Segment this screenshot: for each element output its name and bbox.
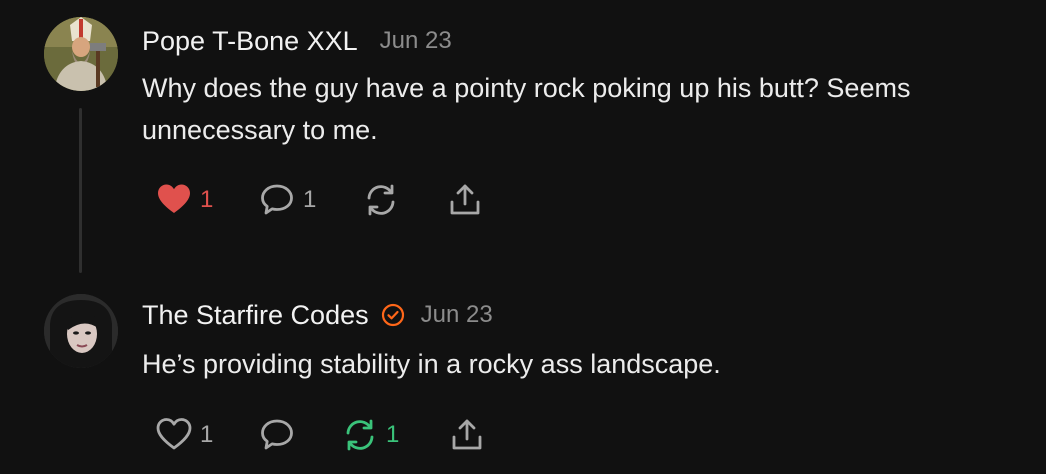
author-name[interactable]: The Starfire Codes [142, 298, 369, 332]
author-name[interactable]: Pope T-Bone XXL [142, 24, 358, 58]
comment-header: Pope T-Bone XXL Jun 23 [142, 24, 452, 58]
verified-check-badge-icon [381, 303, 404, 327]
avatar[interactable] [44, 17, 118, 91]
avatar-starfire-image [44, 294, 118, 368]
avatar[interactable] [44, 294, 118, 368]
share-upload-icon [452, 419, 482, 450]
comment-date[interactable]: Jun 23 [380, 24, 452, 58]
share-button[interactable] [447, 182, 483, 218]
heart-icon [156, 418, 192, 450]
comment-thread: Pope T-Bone XXL Jun 23 Why does the guy … [0, 0, 1046, 474]
share-button[interactable] [449, 417, 485, 453]
comment-header: The Starfire Codes Jun 23 [142, 298, 493, 332]
reply-button[interactable] [259, 417, 342, 453]
reply-count: 1 [303, 186, 317, 213]
comment-body: Why does the guy have a pointy rock poki… [142, 73, 911, 145]
like-count: 1 [200, 421, 214, 448]
avatar-pope-image [44, 17, 118, 91]
reply-button[interactable]: 1 [259, 182, 363, 218]
comment-item: Pope T-Bone XXL Jun 23 Why does the guy … [0, 0, 1046, 280]
restack-count: 1 [386, 421, 400, 448]
restack-button[interactable]: 1 [342, 417, 449, 453]
heart-icon [158, 184, 190, 213]
restack-button[interactable] [363, 182, 447, 218]
speech-bubble-icon [261, 419, 293, 450]
like-count: 1 [200, 186, 214, 213]
speech-bubble-icon [261, 184, 293, 215]
like-button[interactable]: 1 [156, 417, 259, 453]
comment-body: He’s providing stability in a rocky ass … [142, 349, 721, 379]
comment-date[interactable]: Jun 23 [421, 298, 493, 332]
like-button[interactable]: 1 [156, 182, 259, 218]
restack-arrows-icon [346, 419, 374, 451]
comment-item: The Starfire Codes Jun 23 He’s providing… [0, 280, 1046, 474]
restack-arrows-icon [367, 184, 395, 216]
comment-actions: 1 1 [156, 182, 483, 218]
share-upload-icon [450, 184, 480, 215]
thread-connector-line [79, 108, 82, 273]
comment-actions: 1 1 [156, 417, 485, 453]
